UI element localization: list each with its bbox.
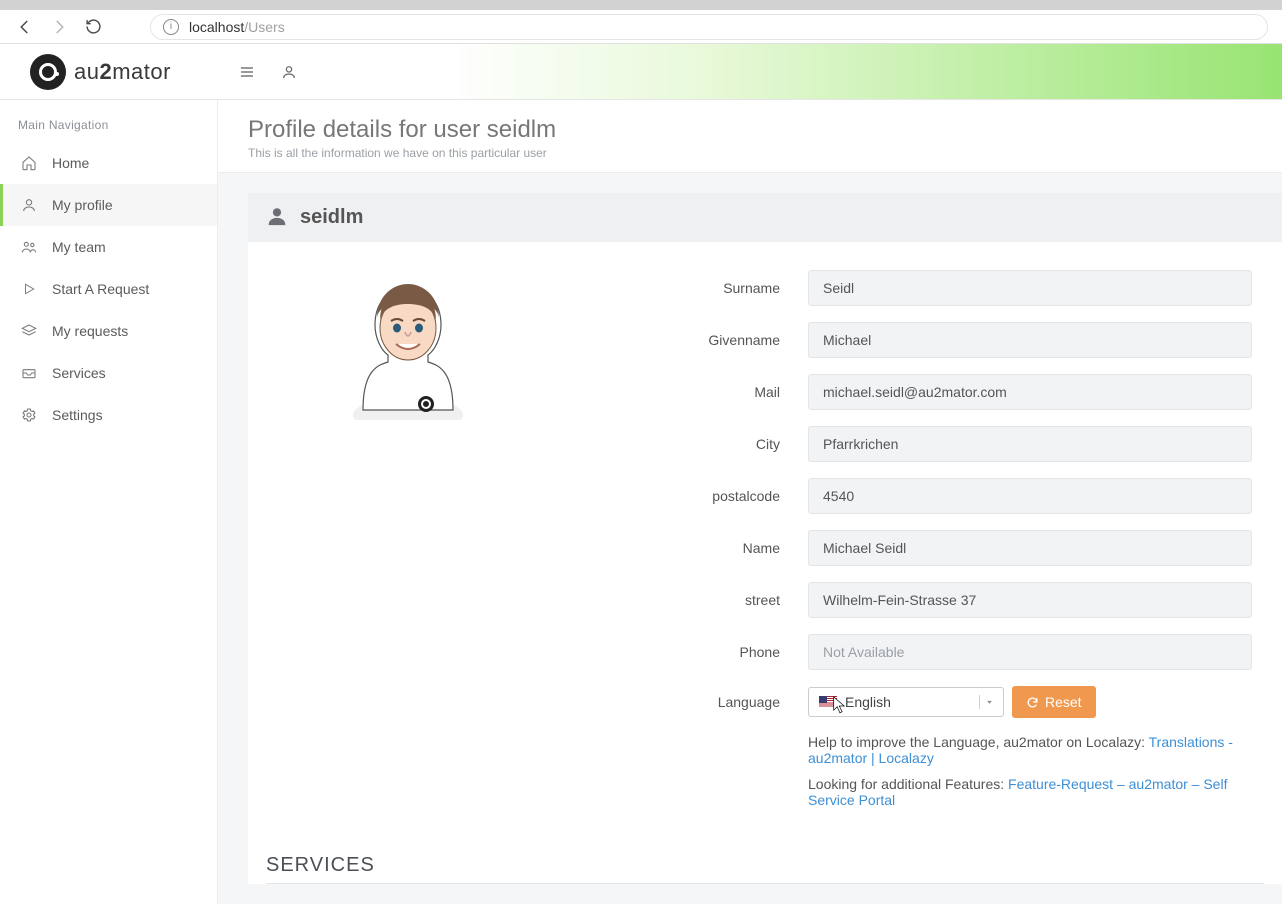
sidebar-item-settings[interactable]: Settings	[0, 394, 217, 436]
name-input[interactable]: Michael Seidl	[808, 530, 1252, 566]
page-subtitle: This is all the information we have on t…	[248, 146, 1252, 160]
sidebar-item-label: Settings	[52, 407, 103, 423]
profile-panel-header: seidlm	[248, 193, 1282, 242]
profile-username: seidlm	[300, 206, 363, 229]
logo-mark-icon	[30, 54, 66, 90]
givenname-label: Givenname	[568, 332, 808, 348]
sidebar-item-start-request[interactable]: Start A Request	[0, 268, 217, 310]
browser-back-button[interactable]	[14, 16, 36, 38]
user-icon	[266, 205, 288, 230]
inbox-icon	[20, 364, 38, 382]
mail-input[interactable]: michael.seidl@au2mator.com	[808, 374, 1252, 410]
city-label: City	[568, 436, 808, 452]
sidebar-item-my-profile[interactable]: My profile	[0, 184, 217, 226]
postalcode-input[interactable]: 4540	[808, 478, 1252, 514]
logo-text: au2mator	[74, 59, 171, 85]
givenname-input[interactable]: Michael	[808, 322, 1252, 358]
surname-label: Surname	[568, 280, 808, 296]
url-text: localhost/Users	[189, 19, 285, 35]
divider	[266, 883, 1264, 884]
sidebar: Main Navigation Home My profile My team …	[0, 100, 218, 904]
chevron-down-icon	[979, 695, 993, 709]
reset-button[interactable]: Reset	[1012, 686, 1096, 718]
mail-label: Mail	[568, 384, 808, 400]
app-header: au2mator	[0, 44, 1282, 100]
name-label: Name	[568, 540, 808, 556]
user-account-button[interactable]	[280, 63, 298, 81]
page-header: Profile details for user seidlm This is …	[218, 100, 1282, 173]
language-select[interactable]: English	[808, 687, 1004, 717]
gear-icon	[20, 406, 38, 424]
menu-toggle-button[interactable]	[238, 63, 256, 81]
sidebar-item-label: Home	[52, 155, 89, 171]
play-icon	[20, 280, 38, 298]
main-content: Profile details for user seidlm This is …	[218, 100, 1282, 904]
stack-icon	[20, 322, 38, 340]
sidebar-item-home[interactable]: Home	[0, 142, 217, 184]
app-logo[interactable]: au2mator	[0, 54, 218, 90]
browser-tab-strip	[0, 0, 1282, 10]
flag-us-icon	[819, 696, 837, 708]
street-input[interactable]: Wilhelm-Fein-Strasse 37	[808, 582, 1252, 618]
profile-panel: seidlm	[248, 193, 1282, 884]
refresh-icon	[1026, 696, 1039, 709]
language-label: Language	[568, 694, 808, 710]
site-info-icon[interactable]: i	[163, 19, 179, 35]
phone-label: Phone	[568, 644, 808, 660]
browser-forward-button[interactable]	[48, 16, 70, 38]
surname-input[interactable]: Seidl	[808, 270, 1252, 306]
sidebar-heading: Main Navigation	[0, 118, 217, 142]
help-localazy: Help to improve the Language, au2mator o…	[808, 734, 1252, 766]
services-heading: SERVICES	[266, 854, 1282, 877]
street-label: street	[568, 592, 808, 608]
profile-avatar	[333, 270, 483, 420]
home-icon	[20, 154, 38, 172]
sidebar-item-label: Services	[52, 365, 106, 381]
postalcode-label: postalcode	[568, 488, 808, 504]
browser-toolbar: i localhost/Users	[0, 10, 1282, 44]
user-icon	[20, 196, 38, 214]
sidebar-item-label: My profile	[52, 197, 113, 213]
team-icon	[20, 238, 38, 256]
language-value: English	[845, 694, 891, 710]
sidebar-item-label: Start A Request	[52, 281, 149, 297]
sidebar-item-my-team[interactable]: My team	[0, 226, 217, 268]
sidebar-item-my-requests[interactable]: My requests	[0, 310, 217, 352]
phone-input[interactable]: Not Available	[808, 634, 1252, 670]
sidebar-item-label: My team	[52, 239, 106, 255]
browser-reload-button[interactable]	[82, 16, 104, 38]
page-title: Profile details for user seidlm	[248, 116, 1252, 144]
sidebar-item-label: My requests	[52, 323, 128, 339]
help-feature-request: Looking for additional Features: Feature…	[808, 776, 1252, 808]
city-input[interactable]: Pfarrkrichen	[808, 426, 1252, 462]
sidebar-item-services[interactable]: Services	[0, 352, 217, 394]
browser-address-bar[interactable]: i localhost/Users	[150, 14, 1268, 40]
